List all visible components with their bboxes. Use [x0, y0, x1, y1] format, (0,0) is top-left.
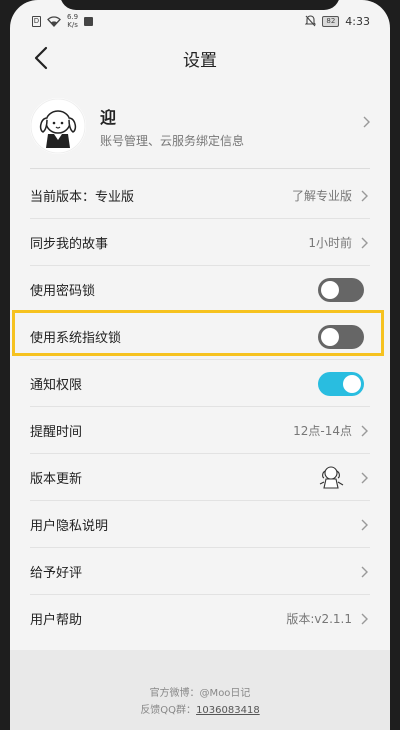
chevron-right-icon	[361, 472, 368, 484]
profile-name: 迎	[100, 107, 117, 127]
battery-icon: 82	[322, 15, 340, 27]
row-privacy[interactable]: 用户隐私说明	[30, 501, 370, 548]
footer-qq: 反馈QQ群：1036083418	[10, 701, 390, 716]
row-label: 提醒时间	[30, 424, 83, 440]
row-password-lock: 使用密码锁	[30, 266, 370, 313]
chevron-right-icon	[361, 190, 368, 202]
divider	[30, 168, 370, 169]
sim-icon: D	[32, 15, 41, 27]
network-speed: 6.9 K/s	[67, 13, 79, 29]
row-sync-story[interactable]: 同步我的故事 1小时前	[30, 219, 370, 266]
row-label: 使用密码锁	[30, 283, 96, 299]
row-rate-app[interactable]: 给予好评	[30, 548, 370, 595]
row-value: 12点-14点	[293, 423, 352, 438]
row-value: 1小时前	[308, 235, 352, 250]
chevron-right-icon	[361, 425, 368, 437]
chevron-right-icon	[361, 237, 368, 249]
phone-screen: D 6.9 K/s 82 4:33 设置 迎 账号管理、云服务绑定信息 当前版本…	[10, 0, 390, 730]
notch	[60, 0, 340, 10]
row-value: 了解专业版	[291, 188, 352, 203]
row-user-help[interactable]: 用户帮助 版本:v2.1.1	[30, 595, 370, 642]
chevron-right-icon	[361, 613, 368, 625]
clock: 4:33	[345, 14, 370, 28]
chevron-right-icon	[361, 566, 368, 578]
sketch-illustration-icon	[319, 466, 344, 489]
dog-avatar-icon	[30, 98, 86, 154]
footer: 官方微博：@Moo日记 反馈QQ群：1036083418	[10, 650, 390, 730]
row-label: 用户隐私说明	[30, 518, 109, 534]
qq-group-link[interactable]: 1036083418	[196, 705, 260, 716]
chevron-right-icon	[363, 116, 370, 128]
mute-bell-icon	[305, 15, 317, 27]
row-label: 使用系统指纹锁	[30, 330, 122, 346]
avatar	[30, 98, 86, 154]
row-reminder-time[interactable]: 提醒时间 12点-14点	[30, 407, 370, 454]
notification-toggle[interactable]	[318, 372, 364, 396]
page-title: 设置	[183, 51, 217, 71]
row-fingerprint-lock: 使用系统指纹锁	[30, 313, 370, 360]
row-label: 当前版本：专业版	[30, 189, 135, 205]
password-lock-toggle[interactable]	[318, 278, 364, 302]
row-label: 版本更新	[30, 471, 83, 487]
row-label: 给予好评	[30, 565, 83, 581]
row-label: 通知权限	[30, 377, 83, 393]
row-value: 版本:v2.1.1	[286, 612, 352, 626]
row-notification-permission: 通知权限	[30, 360, 370, 407]
status-bar: D 6.9 K/s 82 4:33	[10, 10, 390, 32]
row-label: 用户帮助	[30, 613, 83, 628]
header: 设置	[10, 36, 390, 80]
wifi-icon	[47, 15, 61, 27]
row-label: 同步我的故事	[30, 236, 109, 252]
row-current-version[interactable]: 当前版本：专业版 了解专业版	[30, 172, 370, 219]
profile-card[interactable]: 迎 账号管理、云服务绑定信息	[30, 90, 370, 162]
settings-list: 当前版本：专业版 了解专业版 同步我的故事 1小时前 使用密码锁 使用系统指纹锁…	[30, 172, 370, 642]
footer-qq-label: 反馈QQ群：	[140, 705, 197, 716]
profile-subtitle: 账号管理、云服务绑定信息	[100, 133, 245, 148]
row-version-update[interactable]: 版本更新	[30, 454, 370, 501]
fingerprint-lock-toggle[interactable]	[318, 325, 364, 349]
footer-weibo: 官方微博：@Moo日记	[149, 688, 251, 699]
notification-icon	[84, 16, 94, 26]
chevron-right-icon	[361, 519, 368, 531]
